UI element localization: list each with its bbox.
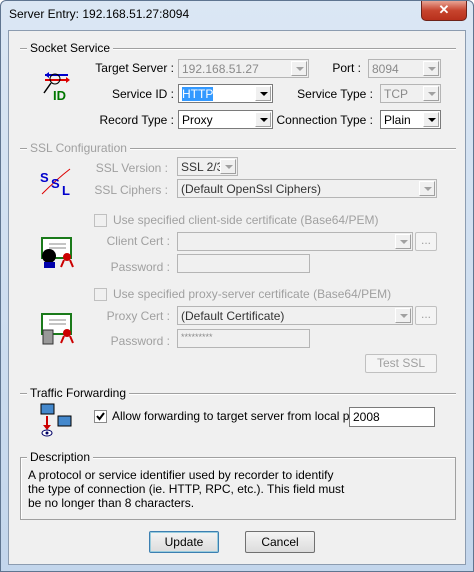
chevron-down-icon — [255, 86, 271, 101]
description-line: be no longer than 8 characters. — [28, 496, 195, 510]
svg-text:S: S — [40, 170, 49, 185]
description-group-label: Description — [27, 450, 94, 464]
service-type-label: Service Type : — [297, 87, 373, 101]
local-port-input[interactable]: 2008 — [349, 407, 435, 427]
chevron-down-icon — [395, 234, 411, 249]
socket-group-label: Socket Service — [27, 41, 114, 55]
proxy-certificate-icon — [40, 313, 74, 345]
proxy-cert-value: (Default Certificate) — [181, 309, 285, 323]
record-type-combo[interactable]: Proxy — [178, 110, 273, 129]
svg-text:L: L — [62, 183, 70, 197]
chevron-down-icon — [419, 181, 435, 196]
description-line: A protocol or service identifier used by… — [28, 468, 334, 482]
target-server-value: 192.168.51.27 — [182, 62, 259, 76]
client-cert-combo[interactable] — [177, 232, 413, 251]
ssl-group-label: SSL Configuration — [27, 141, 130, 155]
port-label: Port : — [332, 61, 361, 75]
connection-type-label: Connection Type : — [276, 113, 373, 127]
chevron-down-icon — [423, 112, 439, 127]
client-password-label: Password : — [110, 260, 170, 274]
service-id-label: Service ID : — [111, 87, 174, 101]
description-text: A protocol or service identifier used by… — [28, 468, 344, 510]
service-type-combo[interactable]: TCP — [380, 84, 441, 103]
chevron-down-icon — [423, 61, 439, 76]
client-password-field[interactable] — [177, 254, 310, 273]
forwarding-checkbox[interactable] — [94, 410, 107, 423]
client-cert-label: Client Cert : — [106, 234, 170, 248]
record-type-value: Proxy — [182, 113, 213, 127]
connection-type-combo[interactable]: Plain — [380, 110, 441, 129]
client-cert-checkbox[interactable] — [94, 214, 107, 227]
svg-text:ID: ID — [53, 88, 66, 103]
chevron-down-icon — [423, 86, 439, 101]
record-type-label: Record Type : — [99, 113, 174, 127]
ssl-version-label: SSL Version : — [95, 161, 168, 175]
service-id-combo[interactable]: HTTP — [178, 84, 273, 103]
proxy-cert-browse-button[interactable]: ... — [415, 306, 437, 325]
proxy-password-field[interactable]: ********* — [177, 329, 310, 348]
update-button[interactable]: Update — [149, 531, 219, 553]
proxy-cert-checkbox[interactable] — [94, 288, 107, 301]
forwarding-icon — [40, 403, 74, 437]
client-cert-browse-button[interactable]: ... — [415, 232, 437, 251]
proxy-password-label: Password : — [110, 334, 170, 348]
ssl-version-value: SSL 2/3 — [181, 160, 224, 174]
port-value: 8094 — [372, 62, 399, 76]
client-cert-check-label: Use specified client-side certificate (B… — [113, 213, 379, 227]
close-button[interactable]: ✕ — [421, 1, 467, 21]
traffic-group-label: Traffic Forwarding — [27, 386, 130, 400]
proxy-cert-combo[interactable]: (Default Certificate) — [177, 306, 413, 325]
service-id-icon: ID — [43, 71, 73, 103]
svg-text:S: S — [51, 176, 60, 191]
service-id-value: HTTP — [182, 87, 214, 101]
ssl-ciphers-combo[interactable]: (Default OpenSsl Ciphers) — [177, 179, 437, 198]
chevron-down-icon — [395, 308, 411, 323]
service-type-value: TCP — [384, 87, 408, 101]
window-title: Server Entry: 192.168.51.27:8094 — [9, 7, 190, 21]
test-ssl-button[interactable]: Test SSL — [365, 354, 437, 373]
cancel-button[interactable]: Cancel — [245, 531, 315, 553]
ssl-version-combo[interactable]: SSL 2/3 — [177, 157, 238, 176]
ssl-ciphers-value: (Default OpenSsl Ciphers) — [181, 182, 322, 196]
client-certificate-icon — [40, 237, 74, 269]
proxy-cert-check-label: Use specified proxy-server certificate (… — [113, 287, 392, 301]
target-server-label: Target Server : — [95, 61, 174, 75]
port-combo[interactable]: 8094 — [368, 59, 441, 78]
ssl-icon: SSL — [39, 167, 73, 198]
ssl-ciphers-label: SSL Ciphers : — [94, 183, 168, 197]
proxy-cert-label: Proxy Cert : — [106, 309, 170, 323]
chevron-down-icon — [291, 61, 307, 76]
connection-type-value: Plain — [384, 113, 411, 127]
chevron-down-icon — [255, 112, 271, 127]
description-line: the type of connection (ie. HTTP, RPC, e… — [28, 482, 345, 496]
checkmark-icon — [96, 412, 105, 421]
forwarding-label: Allow forwarding to target server from l… — [112, 409, 371, 423]
target-server-combo[interactable]: 192.168.51.27 — [178, 59, 309, 78]
chevron-down-icon — [220, 159, 236, 174]
